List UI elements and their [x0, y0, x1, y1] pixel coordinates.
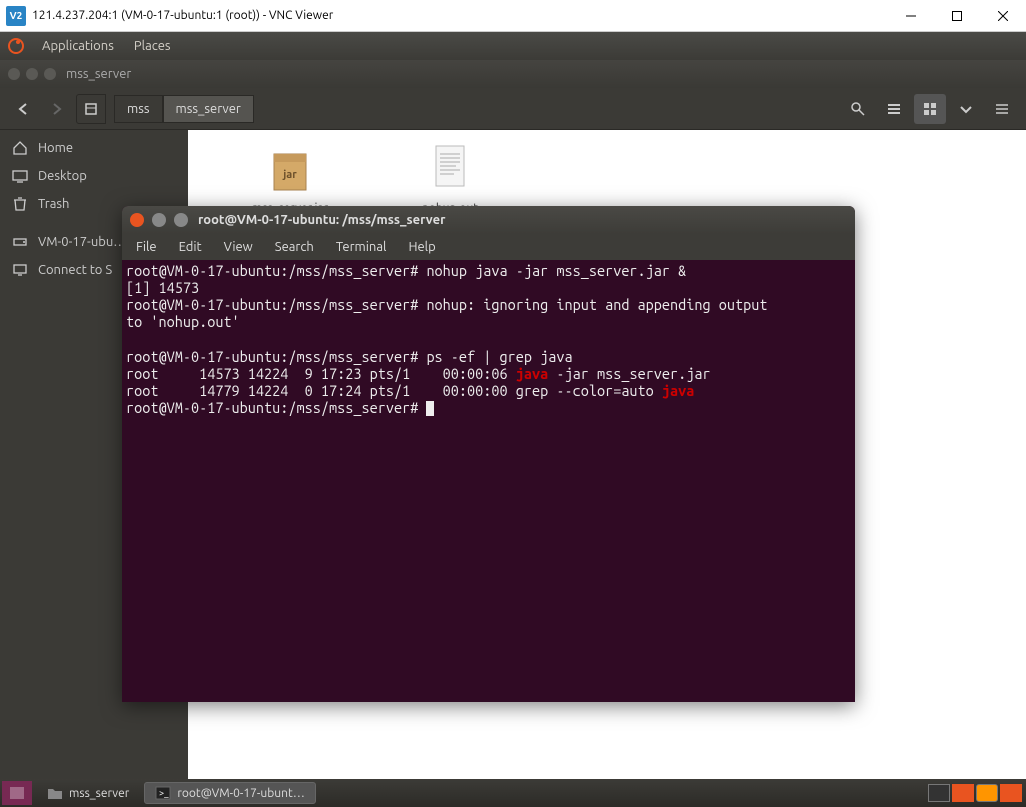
taskbar-item-terminal[interactable]: >_ root@VM-0-17-ubunt… [144, 782, 315, 804]
maximize-button[interactable] [934, 0, 980, 32]
term-highlight: java [662, 382, 694, 399]
home-icon [12, 140, 28, 156]
back-button[interactable] [8, 94, 38, 124]
taskbar-label: mss_server [69, 787, 129, 800]
taskbar-label: root@VM-0-17-ubunt… [177, 787, 304, 800]
taskbar-item-fm[interactable]: mss_server [36, 782, 140, 804]
file-item-jar[interactable]: jar mss_server.jar [230, 142, 350, 215]
ubuntu-top-panel: Applications Places [0, 32, 1026, 60]
terminal-window: root@VM-0-17-ubuntu: /mss/mss_server Fil… [122, 206, 855, 702]
applications-menu[interactable]: Applications [32, 39, 124, 53]
folder-icon [47, 786, 63, 800]
terminal-maximize-icon[interactable] [174, 213, 188, 227]
grid-view-icon[interactable] [914, 94, 946, 124]
ubuntu-logo-icon[interactable] [8, 38, 24, 54]
sidebar-label: VM-0-17-ubu… [38, 235, 126, 249]
sidebar-label: Trash [38, 197, 69, 211]
fm-close-icon[interactable] [8, 68, 20, 80]
places-menu[interactable]: Places [124, 39, 181, 53]
menu-help[interactable]: Help [398, 238, 445, 256]
menu-view[interactable]: View [214, 238, 263, 256]
terminal-close-icon[interactable] [130, 213, 144, 227]
workspace-4[interactable] [1000, 784, 1022, 802]
term-line: -jar mss_server.jar [548, 365, 710, 382]
close-button[interactable] [980, 0, 1026, 32]
file-manager-titlebar[interactable]: mss_server [0, 60, 1026, 88]
hamburger-menu-icon[interactable] [986, 94, 1018, 124]
sidebar-label: Home [38, 141, 73, 155]
path-root-button[interactable] [76, 94, 106, 124]
breadcrumb-mss[interactable]: mss [114, 95, 163, 123]
minimize-button[interactable] [888, 0, 934, 32]
workspace-2[interactable] [952, 784, 974, 802]
breadcrumb-mss-server[interactable]: mss_server [163, 95, 254, 123]
search-icon[interactable] [842, 94, 874, 124]
show-desktop-button[interactable] [2, 781, 32, 805]
list-view-icon[interactable] [878, 94, 910, 124]
text-file-icon [426, 142, 474, 198]
sidebar-label: Connect to S [38, 263, 112, 277]
view-options-icon[interactable] [950, 94, 982, 124]
forward-button[interactable] [42, 94, 72, 124]
term-line: [1] 14573 [126, 279, 199, 296]
network-icon [12, 262, 28, 278]
term-line: root@VM-0-17-ubuntu:/mss/mss_server# noh… [126, 262, 686, 279]
menu-terminal[interactable]: Terminal [326, 238, 397, 256]
terminal-cursor [426, 401, 434, 416]
vnc-titlebar: V2 121.4.237.204:1 (VM-0-17-ubuntu:1 (ro… [0, 0, 1026, 32]
term-line: root@VM-0-17-ubuntu:/mss/mss_server# ps … [126, 348, 573, 365]
terminal-minimize-icon[interactable] [152, 213, 166, 227]
sidebar-label: Desktop [38, 169, 87, 183]
vnc-viewer-icon: V2 [6, 6, 26, 26]
vnc-window-title: 121.4.237.204:1 (VM-0-17-ubuntu:1 (root)… [32, 9, 888, 22]
terminal-icon: >_ [155, 786, 171, 800]
workspace-1[interactable] [928, 784, 950, 802]
term-line: root@VM-0-17-ubuntu:/mss/mss_server# [126, 399, 426, 416]
fm-window-title: mss_server [66, 67, 131, 81]
term-line: to 'nohup.out' [126, 313, 240, 330]
firefox-icon[interactable] [976, 784, 998, 802]
menu-file[interactable]: File [126, 238, 167, 256]
terminal-titlebar[interactable]: root@VM-0-17-ubuntu: /mss/mss_server [122, 206, 855, 234]
jar-icon: jar [266, 142, 314, 198]
menu-search[interactable]: Search [265, 238, 324, 256]
terminal-title: root@VM-0-17-ubuntu: /mss/mss_server [198, 213, 445, 227]
trash-icon [12, 196, 28, 212]
terminal-content[interactable]: root@VM-0-17-ubuntu:/mss/mss_server# noh… [122, 260, 855, 418]
svg-text:jar: jar [282, 169, 297, 181]
term-highlight: java [516, 365, 548, 382]
desktop-icon [12, 168, 28, 184]
file-item-nohup[interactable]: nohup.out [390, 142, 510, 215]
file-manager-toolbar: mss mss_server [0, 88, 1026, 130]
svg-text:>_: >_ [159, 788, 169, 798]
ubuntu-taskbar: mss_server >_ root@VM-0-17-ubunt… [0, 779, 1026, 807]
drive-icon [12, 234, 28, 250]
sidebar-item-home[interactable]: Home [0, 134, 188, 162]
ubuntu-desktop: Applications Places mss_server mss [0, 32, 1026, 807]
sidebar-item-desktop[interactable]: Desktop [0, 162, 188, 190]
term-line: root 14573 14224 9 17:23 pts/1 00:00:06 [126, 365, 516, 382]
fm-maximize-icon[interactable] [44, 68, 56, 80]
term-line: root@VM-0-17-ubuntu:/mss/mss_server# noh… [126, 296, 776, 313]
terminal-menubar: File Edit View Search Terminal Help [122, 234, 855, 260]
menu-edit[interactable]: Edit [169, 238, 212, 256]
term-line: root 14779 14224 0 17:24 pts/1 00:00:00 … [126, 382, 662, 399]
fm-minimize-icon[interactable] [26, 68, 38, 80]
